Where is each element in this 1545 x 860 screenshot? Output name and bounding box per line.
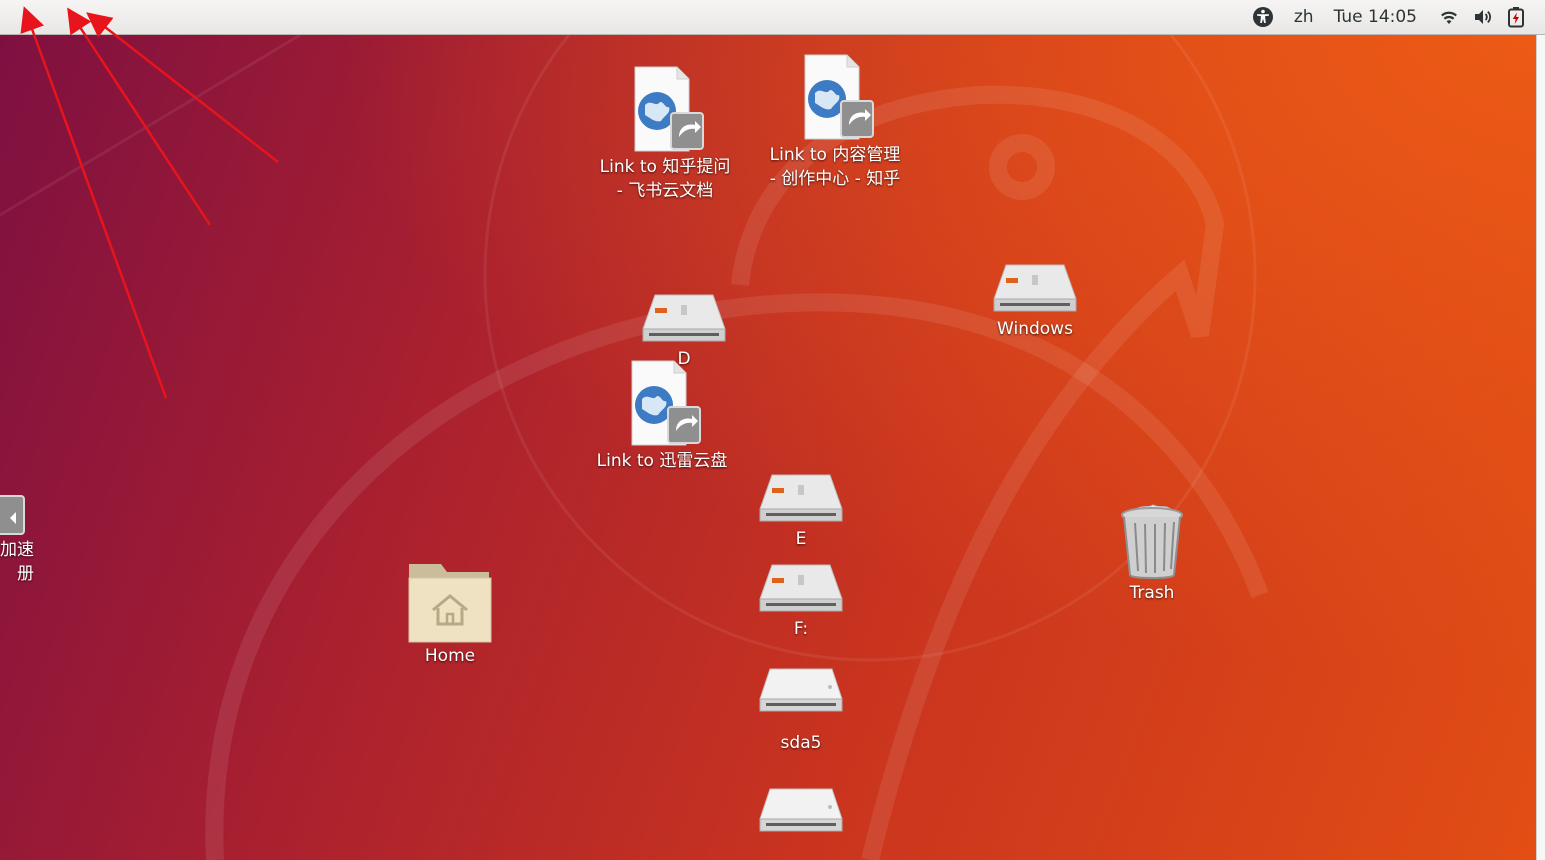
link-content-manage[interactable]: Link to 内容管理 - 创作中心 - 知乎 xyxy=(758,53,912,191)
icon-label: Home xyxy=(424,646,476,666)
power-menu[interactable] xyxy=(1507,6,1525,28)
top-panel: zh Tue 14:05 xyxy=(0,0,1545,35)
system-tray: zh Tue 14:05 xyxy=(1232,0,1525,34)
wifi-icon xyxy=(1441,11,1457,24)
hard-drive-icon xyxy=(642,294,726,342)
drive-sda5[interactable]: sda5 xyxy=(745,665,857,755)
drive-windows[interactable]: Windows xyxy=(978,261,1092,341)
link-xunlei[interactable]: Link to 迅雷云盘 xyxy=(585,359,739,473)
trash[interactable]: Trash xyxy=(1106,501,1198,605)
desktop[interactable]: Link to 知乎提问 - 飞书云文档 Link to 内容管理 - 创作中心… xyxy=(0,35,1536,860)
icon-label: Link to 知乎提问 - 飞书云文档 xyxy=(599,157,731,201)
drive-f[interactable]: F: xyxy=(745,561,857,641)
home-folder[interactable]: Home xyxy=(395,560,505,668)
icon-label: Trash xyxy=(1129,583,1175,603)
home-folder-icon xyxy=(408,564,492,643)
window-edge xyxy=(1536,35,1545,860)
web-link-icon xyxy=(634,66,704,152)
wifi-menu[interactable] xyxy=(1439,8,1459,26)
hard-drive-icon xyxy=(993,264,1077,312)
icon-label: sda5 xyxy=(780,733,822,753)
drive-e[interactable]: E xyxy=(745,471,857,551)
removable-drive-icon xyxy=(759,788,843,832)
drive-bottom[interactable] xyxy=(745,785,857,837)
partial-left-item[interactable]: 加速 册 xyxy=(0,494,34,586)
icon-label: F: xyxy=(793,619,809,639)
volume-icon xyxy=(1475,10,1491,24)
icon-label: Link to 迅雷云盘 xyxy=(596,451,728,471)
icon-label: E xyxy=(795,529,807,549)
link-zhihu-question[interactable]: Link to 知乎提问 - 飞书云文档 xyxy=(588,65,742,203)
hard-drive-icon xyxy=(759,474,843,522)
removable-drive-icon xyxy=(759,668,843,712)
accessibility-menu[interactable] xyxy=(1252,6,1274,28)
web-link-icon xyxy=(631,360,701,446)
web-link-icon xyxy=(0,495,25,535)
web-link-icon xyxy=(804,54,874,140)
language-indicator[interactable]: zh xyxy=(1294,7,1314,27)
trash-icon xyxy=(1121,504,1183,579)
accessibility-icon xyxy=(1252,7,1273,27)
volume-menu[interactable] xyxy=(1473,8,1493,26)
battery-icon xyxy=(1508,7,1524,28)
clock[interactable]: Tue 14:05 xyxy=(1334,7,1417,27)
icon-label: 加速 册 xyxy=(0,540,34,584)
icon-label: Windows xyxy=(997,319,1073,339)
hard-drive-icon xyxy=(759,564,843,612)
icon-label: Link to 内容管理 - 创作中心 - 知乎 xyxy=(769,145,901,189)
